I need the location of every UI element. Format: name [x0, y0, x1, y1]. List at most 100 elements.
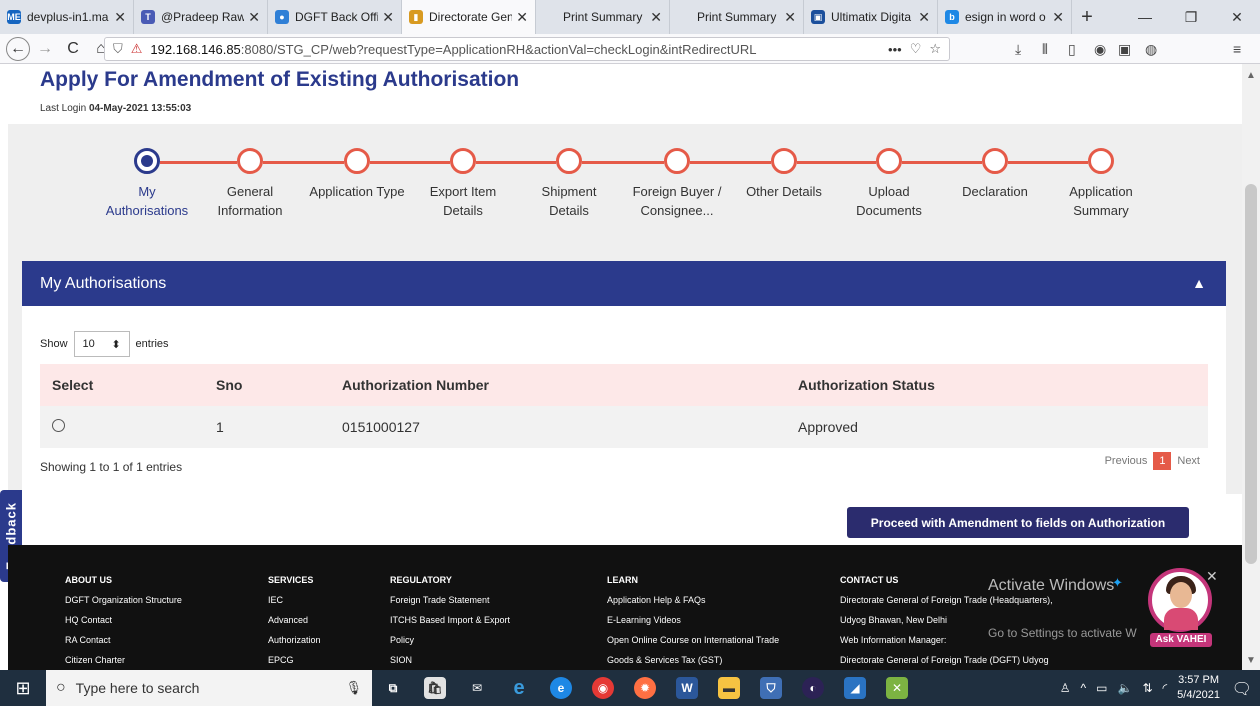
battery-icon[interactable]: ▭ — [1096, 681, 1107, 695]
chevron-up-icon[interactable]: ^ — [1081, 681, 1087, 695]
notification-icon[interactable]: 🗨 — [1232, 679, 1252, 699]
vahei-chatbot-avatar[interactable] — [1148, 568, 1212, 632]
edge-icon[interactable]: e — [540, 670, 582, 706]
ask-vahei-button[interactable]: Ask VAHEI — [1150, 633, 1212, 647]
chrome-icon[interactable]: ◉ — [582, 670, 624, 706]
app-icon[interactable]: ◢ — [834, 670, 876, 706]
footer-link[interactable]: HQ Contact — [65, 610, 182, 630]
footer-link[interactable]: Application Help & FAQs — [607, 590, 779, 610]
ie-icon[interactable]: e — [498, 670, 540, 706]
footer-link[interactable]: Policy — [390, 630, 510, 650]
select-radio[interactable] — [52, 419, 65, 432]
wizard-step[interactable]: Application Type — [307, 148, 407, 201]
footer-link[interactable]: RA Contact — [65, 630, 182, 650]
column-authorization-status[interactable]: Authorization Status — [786, 364, 1208, 406]
footer-link[interactable]: SION — [390, 650, 510, 670]
browser-tab[interactable]: Print Summary - 2a ✕ — [536, 0, 670, 34]
footer-link[interactable]: Advanced — [268, 610, 321, 630]
proceed-amendment-button[interactable]: Proceed with Amendment to fields on Auth… — [847, 507, 1189, 538]
pagination-page[interactable]: 1 — [1153, 452, 1172, 470]
wizard-step[interactable]: My Authorisations — [97, 148, 197, 220]
extension-icon[interactable]: ◍ — [1145, 41, 1157, 58]
people-icon[interactable]: ♙ — [1060, 681, 1071, 695]
mail-icon[interactable]: ✉ — [456, 670, 498, 706]
browser-tab[interactable]: ▮ Directorate Gen ✕ — [402, 0, 536, 34]
select-cell[interactable] — [40, 406, 204, 448]
wizard-step[interactable]: Other Details — [734, 148, 834, 201]
wizard-step[interactable]: Application Summary — [1051, 148, 1151, 220]
bookmark-star-icon[interactable]: ☆ — [929, 41, 941, 57]
tab-close-icon[interactable]: ✕ — [382, 9, 394, 26]
page-actions-icon[interactable]: ••• — [888, 42, 902, 57]
wizard-step[interactable]: Shipment Details — [519, 148, 619, 220]
wizard-step[interactable]: Foreign Buyer / Consignee... — [627, 148, 727, 220]
task-view-icon[interactable]: ⧉ — [372, 670, 414, 706]
pagination-previous[interactable]: Previous — [1105, 455, 1148, 467]
url-bar[interactable]: ⛉ ⚠ 192.168.146.85 :8080/STG_CP/web?requ… — [104, 37, 950, 61]
tab-close-icon[interactable]: ✕ — [918, 9, 930, 26]
footer-link[interactable]: E-Learning Videos — [607, 610, 779, 630]
tab-close-icon[interactable]: ✕ — [114, 9, 126, 26]
minimize-icon[interactable]: — — [1122, 0, 1168, 34]
network-icon[interactable]: ⇅ — [1142, 681, 1152, 695]
security-icon[interactable]: ⛉ — [750, 670, 792, 706]
footer-link[interactable]: Authorization — [268, 630, 321, 650]
tab-close-icon[interactable]: ✕ — [248, 9, 260, 26]
download-icon[interactable]: ⤓ — [1015, 41, 1021, 58]
microphone-icon[interactable]: 🎙 — [345, 680, 362, 696]
scroll-down-icon[interactable]: ▼ — [1246, 655, 1256, 666]
footer-link[interactable]: EPCG — [268, 650, 321, 670]
account-icon[interactable]: ◉ — [1094, 41, 1106, 58]
forward-icon[interactable]: → — [32, 36, 58, 62]
volume-icon[interactable]: 🔈 — [1118, 681, 1133, 695]
browser-tab[interactable]: b esign in word o ✕ — [938, 0, 1072, 34]
back-icon[interactable]: ← — [6, 36, 30, 61]
tab-close-icon[interactable]: ✕ — [1052, 9, 1064, 26]
browser-tab[interactable]: T @Pradeep Raw ✕ — [134, 0, 268, 34]
footer-link[interactable]: DGFT Organization Structure — [65, 590, 182, 610]
footer-link[interactable]: Goods & Services Tax (GST) — [607, 650, 779, 670]
store-icon[interactable]: 🛍 — [414, 670, 456, 706]
footer-link[interactable]: Foreign Trade Statement — [390, 590, 510, 610]
eclipse-icon[interactable]: ◐ — [792, 670, 834, 706]
pocket-icon[interactable]: ♡ — [910, 41, 922, 57]
browser-tab[interactable]: ▣ Ultimatix Digita ✕ — [804, 0, 938, 34]
taskbar-search[interactable]: ○ Type here to search 🎙 — [46, 670, 372, 706]
wizard-step[interactable]: Export Item Details — [413, 148, 513, 220]
browser-tab[interactable]: ● DGFT Back Offi ✕ — [268, 0, 402, 34]
file-explorer-icon[interactable]: ▬ — [708, 670, 750, 706]
column-sno[interactable]: Sno — [204, 364, 330, 406]
footer-link[interactable]: ITCHS Based Import & Export — [390, 610, 510, 630]
column-authorization-number[interactable]: Authorization Number — [330, 364, 786, 406]
footer-link[interactable]: Citizen Charter — [65, 650, 182, 670]
windows-start-icon[interactable]: ⊞ — [0, 670, 46, 706]
excel-icon[interactable]: ✕ — [876, 670, 918, 706]
pagination-next[interactable]: Next — [1177, 455, 1200, 467]
scroll-up-icon[interactable]: ▲ — [1246, 70, 1256, 81]
library-icon[interactable]: ⫴ — [1042, 41, 1048, 58]
browser-tab[interactable]: ME devplus-in1.ma ✕ — [0, 0, 134, 34]
panel-header[interactable]: My Authorisations ▲ — [22, 261, 1226, 306]
entries-select[interactable]: 10 ⬍ — [73, 331, 130, 357]
new-tab-icon[interactable]: + — [1072, 6, 1102, 29]
window-close-icon[interactable]: ✕ — [1214, 0, 1260, 34]
footer-link[interactable]: Open Online Course on International Trad… — [607, 630, 779, 650]
table-row[interactable]: 1 0151000127 Approved — [40, 406, 1208, 448]
extension-se-icon[interactable]: ▣ — [1118, 41, 1131, 58]
firefox-icon[interactable]: ✹ — [624, 670, 666, 706]
tab-close-icon[interactable]: ✕ — [516, 9, 528, 26]
clock[interactable]: 3:57 PM 5/4/2021 — [1177, 673, 1220, 703]
chevron-up-icon[interactable]: ▲ — [1192, 275, 1206, 291]
wizard-step[interactable]: Declaration — [945, 148, 1045, 201]
restore-icon[interactable]: ❐ — [1168, 0, 1214, 34]
wifi-icon[interactable]: ◜ — [1163, 681, 1168, 695]
menu-icon[interactable]: ≡ — [1233, 41, 1241, 57]
tab-close-icon[interactable]: ✕ — [650, 9, 662, 26]
tab-close-icon[interactable]: ✕ — [784, 9, 796, 26]
wizard-step[interactable]: General Information — [200, 148, 300, 220]
page-scrollbar[interactable]: ▲ ▼ — [1242, 64, 1260, 670]
column-select[interactable]: Select — [40, 364, 204, 406]
close-icon[interactable]: ✕ — [1206, 568, 1218, 585]
footer-link[interactable]: IEC — [268, 590, 321, 610]
reload-icon[interactable]: C — [60, 36, 86, 62]
